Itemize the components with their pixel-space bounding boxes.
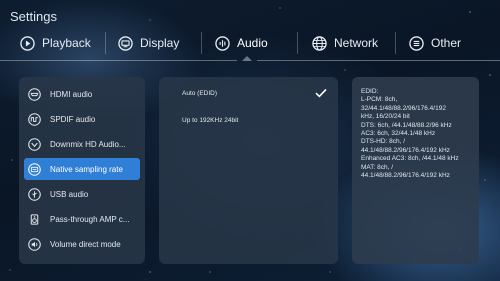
menu-item-volume-direct-mode[interactable]: Volume direct mode — [24, 233, 140, 255]
tab-divider — [297, 32, 298, 54]
tab-network[interactable]: Network — [312, 30, 378, 56]
display-icon — [118, 35, 133, 51]
menu-item-label: USB audio — [50, 189, 89, 199]
info-line: Enhanced AC3: 8ch, /44.1/48 kHz — [361, 155, 459, 163]
menu-circle-icon — [409, 35, 424, 51]
menu-item-hdmi-audio[interactable]: HDMI audio — [24, 83, 140, 105]
info-line: DTS-HD: 8ch, / — [361, 138, 406, 146]
edid-info: EDID: L-PCM: 8ch, 32/44.1/48/88.2/96/176… — [361, 88, 473, 180]
info-line: EDID: — [361, 88, 379, 95]
info-line: AC3: 6ch, 32/44.1/48 kHz — [361, 130, 436, 138]
checkmark-icon — [315, 88, 327, 98]
menu-item-pass-through-amp[interactable]: Pass-through AMP c... — [24, 208, 140, 230]
menu-item-usb-audio[interactable]: USB audio — [24, 183, 140, 205]
info-line: 44.1/48/88.2/96/176.4/192 kHz — [361, 146, 450, 154]
spdif-icon — [28, 112, 41, 126]
tab-other[interactable]: Other — [409, 30, 461, 56]
tab-label: Playback — [42, 36, 91, 50]
info-line: 32/44.1/48/88.2/96/176.4/192 — [361, 104, 446, 112]
menu-item-label: Native sampling rate — [50, 164, 123, 174]
active-tab-indicator — [242, 56, 252, 61]
play-circle-icon — [20, 35, 35, 51]
menu-item-label: Volume direct mode — [50, 239, 121, 249]
tab-underline — [0, 60, 237, 61]
tab-underline — [257, 60, 500, 61]
page-title: Settings — [10, 9, 57, 24]
tab-bar: Playback Display Audio Network Other — [0, 30, 500, 56]
menu-item-label: HDMI audio — [50, 89, 93, 99]
tab-divider — [395, 32, 396, 54]
info-line: L-PCM: 8ch, — [361, 96, 398, 104]
menu-item-label: Pass-through AMP c... — [50, 214, 130, 224]
tab-display[interactable]: Display — [118, 30, 179, 56]
volume-icon — [28, 237, 41, 251]
tab-label: Network — [334, 36, 379, 50]
tab-audio[interactable]: Audio — [215, 30, 268, 56]
tab-label: Audio — [237, 36, 268, 50]
options-panel: Auto (EDID) Up to 192KHz 24bit — [159, 77, 338, 264]
menu-item-downmix-hd-audio[interactable]: Downmix HD Audio... — [24, 133, 140, 155]
menu-item-spdif-audio[interactable]: SPDIF audio — [24, 108, 140, 130]
usb-icon — [28, 187, 41, 201]
info-line: kHz, 16/20/24 bit — [361, 113, 410, 121]
info-line: DTS: 6ch, /44.1/48/88.2/96 kHz — [361, 121, 452, 129]
amp-icon — [28, 213, 41, 226]
sampling-rate-icon — [28, 162, 41, 176]
downmix-icon — [28, 137, 41, 151]
globe-icon — [312, 35, 327, 51]
tab-playback[interactable]: Playback — [20, 30, 91, 56]
menu-item-native-sampling-rate[interactable]: Native sampling rate — [24, 158, 140, 180]
tab-label: Display — [140, 36, 180, 50]
option-up-to-192khz[interactable]: Up to 192KHz 24bit — [182, 117, 238, 124]
info-panel: EDID: L-PCM: 8ch, 32/44.1/48/88.2/96/176… — [352, 77, 479, 264]
menu-item-label: SPDIF audio — [50, 114, 96, 124]
menu-item-label: Downmix HD Audio... — [50, 139, 126, 149]
audio-icon — [215, 35, 230, 51]
info-line: 44.1/48/88.2/96/176.4/192 kHz — [361, 172, 450, 180]
hdmi-icon — [28, 87, 41, 101]
tab-divider — [201, 32, 202, 54]
tab-divider — [105, 32, 106, 54]
tab-label: Other — [431, 36, 462, 50]
info-line: MAT: 8ch, / — [361, 163, 394, 171]
settings-menu: HDMI audio SPDIF audio Downmix HD Audio.… — [19, 77, 145, 264]
option-auto-edid[interactable]: Auto (EDID) — [182, 90, 217, 97]
